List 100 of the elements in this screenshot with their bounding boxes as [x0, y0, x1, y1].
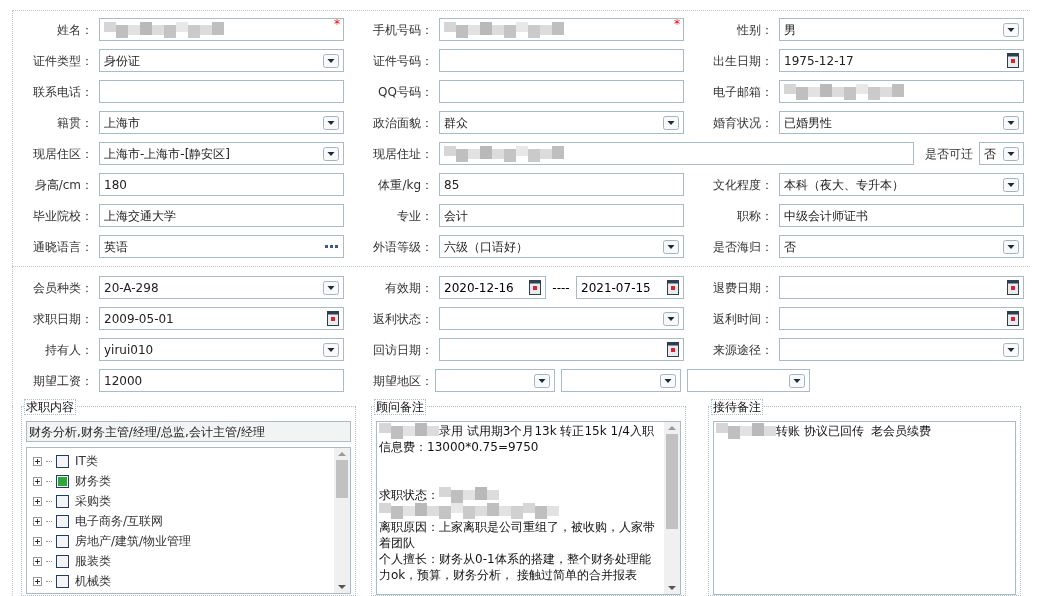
dropdown-field[interactable]: 上海市-上海市-[静安区] [99, 142, 344, 165]
text-field[interactable] [439, 142, 914, 165]
date-field[interactable]: 2021-07-15 [576, 276, 684, 299]
checkbox[interactable] [56, 574, 69, 588]
required-mark: * [334, 17, 340, 31]
calendar-icon[interactable] [667, 280, 679, 295]
expand-icon[interactable] [33, 456, 42, 466]
expand-icon[interactable] [33, 476, 42, 486]
dropdown-field[interactable]: yirui010 [99, 338, 344, 361]
section-legend: 接待备注 [711, 399, 763, 415]
notes-textarea[interactable]: 录用 试用期3个月13k 转正15k 1/4入职 信息费：13000*0.75=9750 求职状态： 离职原因：上家离职是公司重组了，被收购，人家带着团队 个人擅长：财务从0-1体系的搭建，整个财务处理能力ok，预算，财务分析， 接触过简单的合并报表 [376, 421, 681, 595]
date-field[interactable]: 2020-12-16 [439, 276, 546, 299]
date-field[interactable] [779, 307, 1024, 330]
section-legend: 顾问备注 [374, 399, 426, 415]
dropdown-field[interactable] [779, 338, 1024, 361]
dropdown-field[interactable]: 否 [979, 142, 1024, 165]
tree-item-label[interactable]: 采购类 [75, 492, 111, 510]
text-field[interactable]: 180 [99, 173, 344, 196]
text-field[interactable] [439, 80, 684, 103]
checkbox[interactable] [56, 474, 69, 488]
dropdown-field[interactable] [435, 369, 555, 392]
notes-textarea[interactable]: 转账 协议已回传 老会员续费 [713, 421, 1016, 595]
field-label: 职称： [737, 207, 773, 225]
required-mark: * [674, 17, 680, 31]
text-field[interactable] [439, 49, 684, 72]
field-label: QQ号码： [378, 83, 433, 101]
checkbox[interactable] [56, 534, 69, 548]
date-field[interactable]: 1975-12-17 [779, 49, 1024, 72]
field-label: 证件类型： [33, 52, 93, 70]
dropdown-field[interactable]: 否 [779, 235, 1024, 258]
checkbox[interactable] [56, 554, 69, 568]
field-label: 证件号码： [373, 52, 433, 70]
blurred-text [716, 423, 776, 439]
dropdown-field[interactable] [561, 369, 681, 392]
note-text: 求职状态： [379, 487, 439, 503]
note-text: 个人擅长：财务从0-1体系的搭建，整个财务处理能力ok，预算，财务分析， 接触过简单的合并报表 [379, 551, 652, 583]
field-label: 出生日期： [713, 52, 773, 70]
tree-item-label[interactable]: 财务类 [75, 472, 111, 490]
dropdown-field[interactable]: 六级（口语好） [439, 235, 684, 258]
text-field[interactable] [99, 80, 344, 103]
field-label: 手机号码： [373, 21, 433, 39]
text-field[interactable]: 12000 [99, 369, 344, 392]
dropdown-field[interactable]: 群众 [439, 111, 684, 134]
field-label: 政治面貌： [373, 114, 433, 132]
text-field[interactable]: 英语 [99, 235, 344, 258]
field-label: 毕业院校： [33, 207, 93, 225]
field-label: 退费日期： [713, 279, 773, 297]
date-field[interactable] [779, 276, 1024, 299]
field-label: 是否可迁 [925, 145, 973, 163]
field-label: 返利时间： [713, 310, 773, 328]
text-field[interactable]: 85 [439, 173, 684, 196]
scrollbar-thumb[interactable] [336, 460, 348, 498]
more-icon[interactable] [325, 244, 339, 249]
field-label: 求职日期： [33, 310, 93, 328]
text-field[interactable]: * [99, 18, 344, 41]
text-field[interactable]: 中级会计师证书 [779, 204, 1024, 227]
checkbox[interactable] [56, 494, 69, 508]
text-field[interactable]: 上海交通大学 [99, 204, 344, 227]
dropdown-field[interactable]: 已婚男性 [779, 111, 1024, 134]
field-label: 专业： [397, 207, 433, 225]
tree-item-label[interactable]: IT类 [75, 452, 98, 470]
dropdown-field[interactable]: 身份证 [99, 49, 344, 72]
tree-item-label[interactable]: 房地产/建筑/物业管理 [75, 532, 192, 550]
text-field[interactable] [779, 80, 1024, 103]
checkbox[interactable] [56, 454, 69, 468]
tree-item-label[interactable]: 机械类 [75, 572, 111, 590]
dropdown-field[interactable] [439, 307, 684, 330]
expand-icon[interactable] [33, 516, 42, 526]
expand-icon[interactable] [33, 556, 42, 566]
calendar-icon[interactable] [1007, 280, 1019, 295]
text-field[interactable]: * [439, 18, 684, 41]
field-label: 姓名： [57, 21, 93, 39]
field-label: 电子邮箱： [713, 83, 773, 101]
field-label: 返利状态： [373, 310, 433, 328]
expand-icon[interactable] [33, 536, 42, 546]
calendar-icon[interactable] [1007, 53, 1019, 68]
field-label: 来源途径： [713, 341, 773, 359]
dropdown-field[interactable]: 上海市 [99, 111, 344, 134]
dropdown-field[interactable]: 男 [779, 18, 1024, 41]
calendar-icon[interactable] [529, 280, 541, 295]
field-label: 文化程度： [713, 176, 773, 194]
expand-icon[interactable] [33, 496, 42, 506]
scrollbar-thumb[interactable] [666, 434, 678, 529]
date-field[interactable] [439, 338, 684, 361]
checkbox[interactable] [56, 514, 69, 528]
date-field[interactable]: 2009-05-01 [99, 307, 344, 330]
calendar-icon[interactable] [1007, 311, 1019, 326]
dropdown-field[interactable]: 本科（夜大、专升本） [779, 173, 1024, 196]
scrollbar[interactable] [664, 422, 680, 594]
dropdown-field[interactable] [687, 369, 810, 392]
calendar-icon[interactable] [667, 342, 679, 357]
scrollbar[interactable] [334, 448, 350, 593]
calendar-icon[interactable] [327, 311, 339, 326]
dropdown-field[interactable]: 20-A-298 [99, 276, 344, 299]
expand-icon[interactable] [33, 576, 42, 586]
text-field[interactable]: 会计 [439, 204, 684, 227]
tree-item-label[interactable]: 服装类 [75, 552, 111, 570]
blurred-text [379, 423, 439, 439]
tree-item-label[interactable]: 电子商务/互联网 [75, 512, 164, 530]
note-text: 录用 试用期3个月13k 转正15k 1/4入职 [439, 423, 654, 439]
